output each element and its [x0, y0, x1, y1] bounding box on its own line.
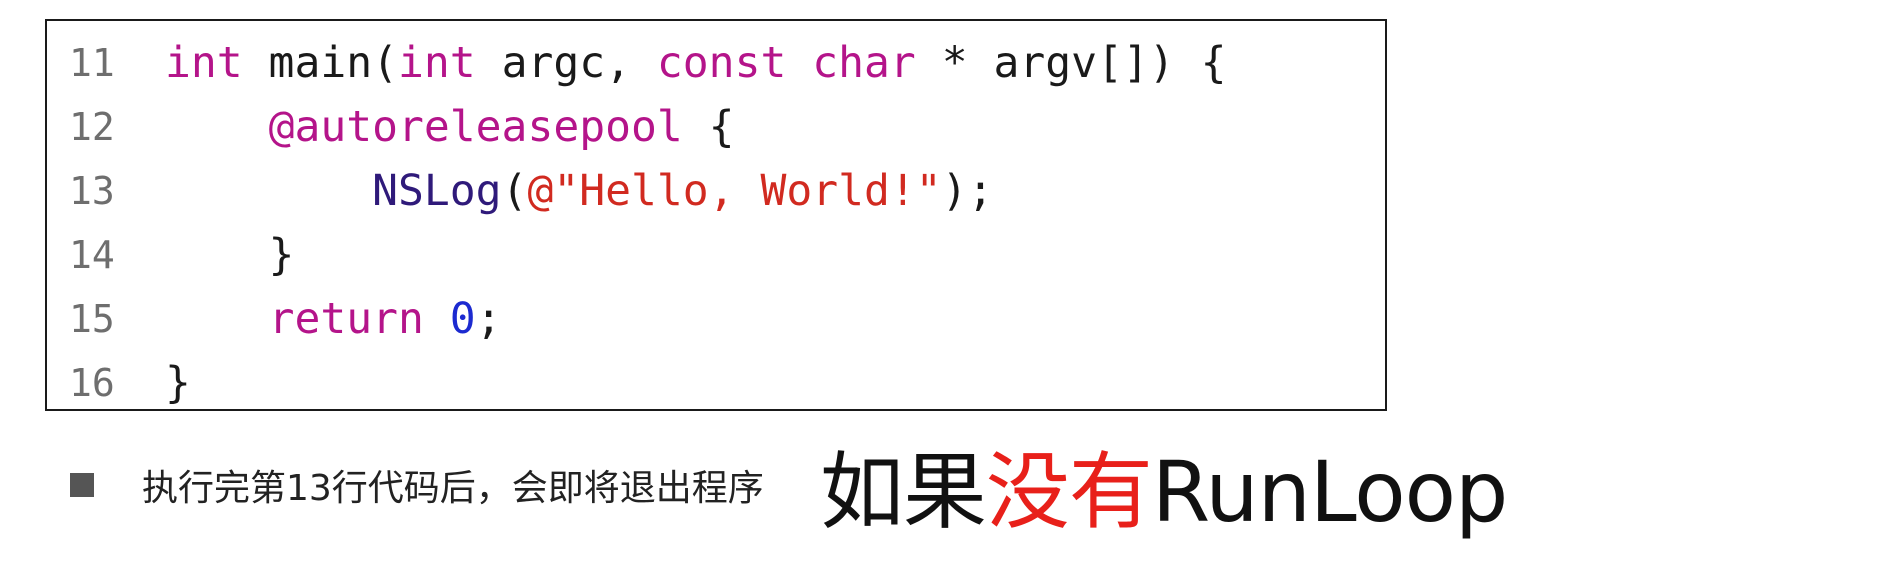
code-line: 14 } [47, 223, 1385, 287]
code-line: 11 int main(int argc, const char * argv[]… [47, 31, 1385, 95]
headline-highlight: 没有 [985, 442, 1153, 541]
code-token-plain: main( [242, 38, 399, 88]
caption-row: 执行完第13行代码后，会即将退出程序 如果没有RunLoop [70, 430, 1508, 541]
code-token-function: NSLog [372, 166, 502, 216]
line-number: 13 [69, 169, 115, 213]
code-token-plain: { [682, 102, 735, 152]
code-token-keyword: char [812, 38, 916, 88]
code-text: } [165, 230, 295, 280]
line-number: 15 [69, 297, 115, 341]
code-text: } [165, 358, 191, 408]
code-line: 16} [47, 351, 1385, 415]
note-text: 执行完第13行代码后，会即将退出程序 [142, 468, 764, 509]
code-token-plain: ; [475, 294, 502, 344]
code-token-plain: ( [501, 166, 528, 216]
code-text: return 0; [165, 294, 502, 344]
code-token-keyword: @autoreleasepool [268, 102, 683, 152]
line-number: 12 [69, 105, 115, 149]
code-token-keyword: const [656, 38, 787, 88]
code-token-keyword: int [165, 38, 243, 88]
headline-part1: 如果 [819, 442, 987, 541]
code-text: int main(int argc, const char * argv[]) … [165, 38, 1226, 88]
line-number: 11 [69, 41, 115, 85]
code-line: 15 return 0; [47, 287, 1385, 351]
code-text: NSLog(@"Hello, World!"); [165, 166, 993, 216]
slide: 11 int main(int argc, const char * argv[]… [0, 0, 1878, 572]
code-line: 13 NSLog(@"Hello, World!"); [47, 159, 1385, 223]
code-line: 12 @autoreleasepool { [47, 95, 1385, 159]
code-token-plain: ); [941, 166, 994, 216]
square-bullet-icon [70, 473, 94, 497]
code-token-number: 0 [449, 294, 476, 344]
line-number: 16 [69, 361, 115, 405]
code-token-plain: } [165, 230, 295, 280]
code-token-plain: * argv[]) { [915, 38, 1227, 88]
code-text: @autoreleasepool { [165, 102, 735, 152]
code-token-plain: } [165, 358, 191, 408]
code-token-plain: argc, [475, 38, 657, 88]
code-token-keyword: return [268, 294, 424, 344]
headline-part3: RunLoop [1151, 442, 1508, 541]
code-token-keyword: int [398, 38, 476, 88]
code-block: 11 int main(int argc, const char * argv[]… [45, 19, 1387, 411]
headline: 如果没有RunLoop [819, 425, 1509, 546]
line-number: 14 [69, 233, 115, 277]
code-token-string: @"Hello, World!" [527, 166, 942, 216]
